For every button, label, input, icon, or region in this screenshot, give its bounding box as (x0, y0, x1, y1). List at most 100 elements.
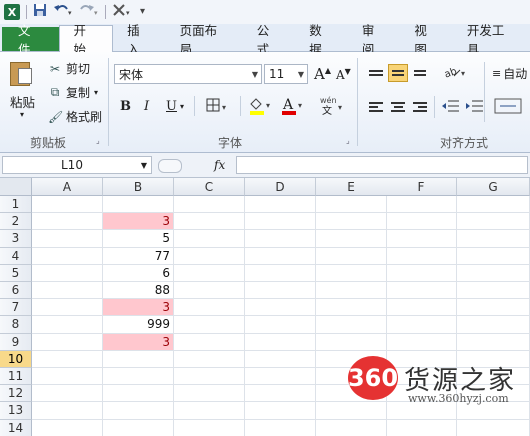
row-header-6[interactable]: 6 (0, 282, 32, 300)
increase-indent-icon[interactable] (466, 98, 484, 117)
decrease-indent-icon[interactable] (442, 98, 460, 117)
cell-d9[interactable] (245, 333, 316, 351)
cell-d10[interactable] (245, 350, 316, 368)
cell-a7[interactable] (32, 299, 103, 317)
cell-f7[interactable] (386, 299, 457, 317)
tools-icon[interactable]: ▾ (112, 3, 134, 22)
cell-c4[interactable] (174, 247, 245, 265)
cell-c6[interactable] (174, 282, 245, 300)
grow-font-button[interactable]: A▲ (314, 65, 331, 83)
cell-g4[interactable] (457, 247, 530, 265)
cell-b6[interactable]: 88 (103, 282, 174, 300)
formula-input[interactable] (236, 156, 528, 174)
cell-c5[interactable] (174, 264, 245, 282)
cell-d6[interactable] (245, 282, 316, 300)
cell-a12[interactable] (32, 385, 103, 403)
merge-center-icon[interactable] (494, 98, 524, 117)
italic-button[interactable]: I (144, 99, 149, 114)
cell-d1[interactable] (245, 196, 316, 214)
undo-icon[interactable]: ▾ (53, 3, 73, 22)
cell-g8[interactable] (457, 316, 530, 334)
cell-f9[interactable] (386, 333, 457, 351)
cell-c9[interactable] (174, 333, 245, 351)
row-header-11[interactable]: 11 (0, 368, 32, 386)
cell-d12[interactable] (245, 385, 316, 403)
cell-e7[interactable] (316, 299, 387, 317)
underline-button[interactable]: U (166, 99, 177, 114)
cell-f1[interactable] (386, 196, 457, 214)
border-icon[interactable]: ▾ (206, 98, 232, 117)
cell-d14[interactable] (245, 419, 316, 436)
insert-function-button[interactable]: fx (214, 158, 225, 172)
cell-c3[interactable] (174, 230, 245, 248)
align-left-button[interactable] (366, 98, 386, 116)
chevron-down-icon[interactable]: ▼ (141, 161, 147, 170)
cell-a9[interactable] (32, 333, 103, 351)
align-top-button[interactable] (366, 64, 386, 82)
tab-data[interactable]: 数据 (295, 23, 348, 57)
font-launcher-icon[interactable]: ⌟ (346, 136, 350, 145)
cell-a10[interactable] (32, 350, 103, 368)
redo-icon[interactable]: ▾ (79, 3, 99, 22)
font-name-select[interactable]: 宋体 ▼ (114, 64, 262, 84)
tab-view[interactable]: 视图 (400, 23, 453, 57)
shrink-font-button[interactable]: A▼ (336, 67, 351, 82)
row-header-8[interactable]: 8 (0, 316, 32, 334)
column-header-e[interactable]: E (316, 178, 387, 196)
cell-c7[interactable] (174, 299, 245, 317)
cell-g14[interactable] (457, 419, 530, 436)
name-box[interactable]: L10 ▼ (2, 156, 152, 174)
cell-e5[interactable] (316, 264, 387, 282)
column-header-f[interactable]: F (386, 178, 457, 196)
cell-b11[interactable] (103, 368, 174, 386)
cell-d4[interactable] (245, 247, 316, 265)
cell-d3[interactable] (245, 230, 316, 248)
cell-f3[interactable] (386, 230, 457, 248)
row-header-3[interactable]: 3 (0, 230, 32, 248)
customize-qat-icon[interactable]: ▾ (140, 4, 145, 20)
column-header-d[interactable]: D (245, 178, 316, 196)
cell-b4[interactable]: 77 (103, 247, 174, 265)
row-header-2[interactable]: 2 (0, 213, 32, 231)
row-header-9[interactable]: 9 (0, 333, 32, 351)
cell-b2[interactable]: 3 (103, 213, 174, 231)
cell-g2[interactable] (457, 213, 530, 231)
cell-a1[interactable] (32, 196, 103, 214)
cell-a14[interactable] (32, 419, 103, 436)
cut-button[interactable]: ✂ 剪切 (48, 60, 90, 77)
row-header-12[interactable]: 12 (0, 385, 32, 403)
cell-d2[interactable] (245, 213, 316, 231)
cell-e1[interactable] (316, 196, 387, 214)
cell-g6[interactable] (457, 282, 530, 300)
cell-c12[interactable] (174, 385, 245, 403)
cell-g7[interactable] (457, 299, 530, 317)
cell-g9[interactable] (457, 333, 530, 351)
row-header-10[interactable]: 10 (0, 350, 32, 368)
cell-g5[interactable] (457, 264, 530, 282)
cell-f4[interactable] (386, 247, 457, 265)
cell-a5[interactable] (32, 264, 103, 282)
cell-e4[interactable] (316, 247, 387, 265)
cell-g3[interactable] (457, 230, 530, 248)
cell-e3[interactable] (316, 230, 387, 248)
fill-color-icon[interactable]: ▾ (248, 96, 274, 119)
cell-d8[interactable] (245, 316, 316, 334)
column-header-g[interactable]: G (457, 178, 530, 196)
cell-c14[interactable] (174, 419, 245, 436)
orientation-icon[interactable]: ab ▾ (443, 64, 468, 83)
cell-b8[interactable]: 999 (103, 316, 174, 334)
cell-b9[interactable]: 3 (103, 333, 174, 351)
row-header-14[interactable]: 14 (0, 419, 32, 436)
cell-f8[interactable] (386, 316, 457, 334)
underline-dropdown-icon[interactable]: ▾ (180, 102, 184, 111)
cell-d13[interactable] (245, 402, 316, 420)
cell-b1[interactable] (103, 196, 174, 214)
cell-c13[interactable] (174, 402, 245, 420)
tab-formulas[interactable]: 公式 (243, 23, 296, 57)
cell-b12[interactable] (103, 385, 174, 403)
cell-c1[interactable] (174, 196, 245, 214)
cell-a4[interactable] (32, 247, 103, 265)
cell-a3[interactable] (32, 230, 103, 248)
font-size-select[interactable]: 11 ▼ (264, 64, 308, 84)
cell-f5[interactable] (386, 264, 457, 282)
